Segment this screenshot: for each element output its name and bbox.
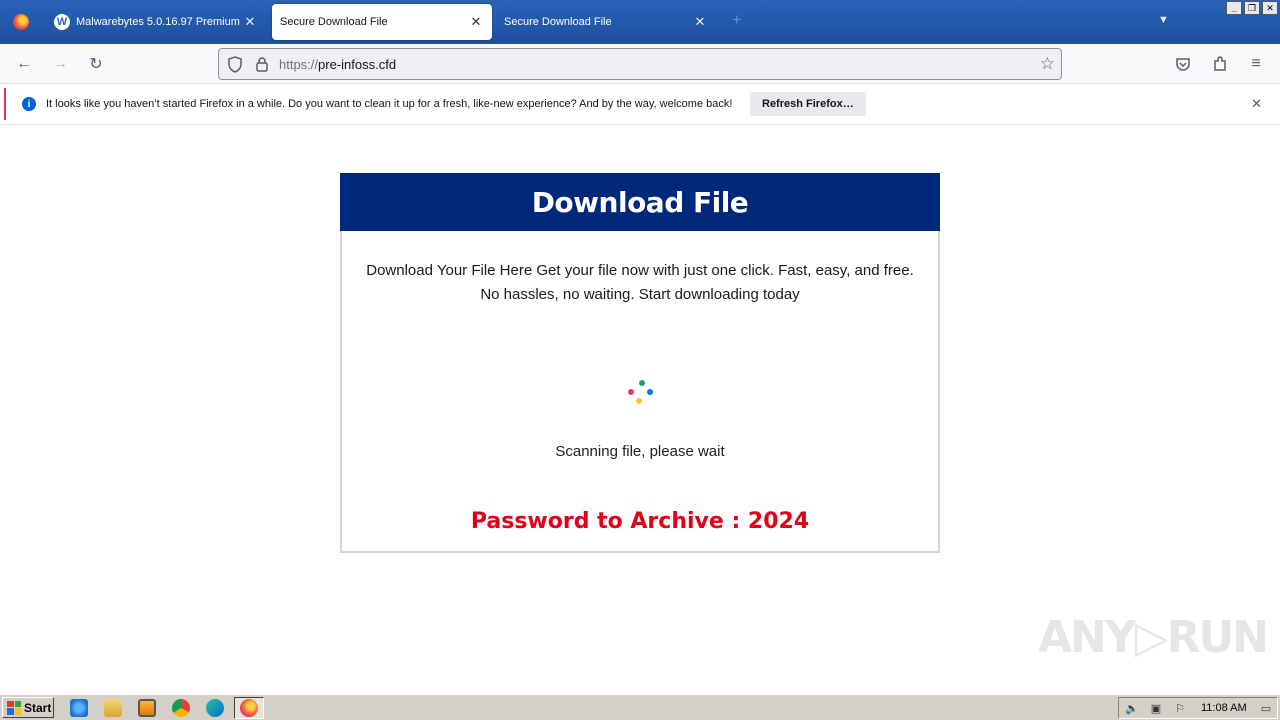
windows-logo-icon: [7, 700, 21, 715]
close-notification-icon[interactable]: ✕: [1251, 96, 1262, 112]
anyrun-watermark: ANY▷RUN: [1038, 612, 1269, 663]
spinner-dot-blue: [647, 389, 653, 395]
refresh-firefox-button[interactable]: Refresh Firefox…: [750, 92, 866, 116]
file-explorer-icon[interactable]: [104, 699, 122, 717]
tab-malwarebytes[interactable]: W Malwarebytes 5.0.16.97 Premium ✕: [46, 4, 266, 40]
archive-password-text: Password to Archive : 2024: [470, 509, 810, 534]
start-label: Start: [24, 700, 52, 715]
toolbar-divider: [0, 124, 1280, 125]
tab-label: Malwarebytes 5.0.16.97 Premium: [76, 16, 240, 28]
back-icon[interactable]: ←: [12, 52, 36, 76]
tab-secure-download-active[interactable]: Secure Download File ✕: [272, 4, 492, 40]
taskbar: Start 🔈 ▣ ⚐ 11:08 AM ▭: [0, 694, 1280, 720]
navigation-bar: ← → ↻ https://pre-infoss.cfd ☆ ≡: [0, 44, 1280, 84]
volume-icon[interactable]: 🔈: [1125, 702, 1139, 715]
lock-icon[interactable]: [255, 57, 269, 72]
start-button[interactable]: Start: [2, 697, 54, 718]
close-window-icon[interactable]: ✕: [1262, 1, 1278, 15]
edge-icon[interactable]: [206, 699, 224, 717]
tab-label: Secure Download File: [504, 16, 612, 28]
close-tab-icon[interactable]: ✕: [242, 14, 258, 30]
extensions-icon[interactable]: [1212, 56, 1228, 72]
clock[interactable]: 11:08 AM: [1201, 702, 1247, 714]
minimize-icon[interactable]: _: [1226, 1, 1242, 15]
card-header: Download File: [340, 173, 940, 231]
reload-icon[interactable]: ↻: [84, 52, 108, 76]
scan-status-text: Scanning file, please wait: [555, 443, 725, 460]
page-title: Download File: [531, 185, 749, 219]
tab-secure-download[interactable]: Secure Download File ✕: [496, 4, 716, 40]
spinner-dot-green: [639, 380, 645, 386]
close-tab-icon[interactable]: ✕: [468, 14, 484, 30]
chrome-icon[interactable]: [172, 699, 190, 717]
close-tab-icon[interactable]: ✕: [692, 14, 708, 30]
system-tray: 🔈 ▣ ⚐ 11:08 AM ▭: [1118, 697, 1278, 719]
tracking-shield-icon[interactable]: [227, 56, 243, 73]
title-bar: W Malwarebytes 5.0.16.97 Premium ✕ Secur…: [0, 0, 1280, 44]
pocket-icon[interactable]: [1175, 56, 1191, 72]
download-description: Download Your File Here Get your file no…: [366, 262, 914, 303]
notification-message: It looks like you haven’t started Firefo…: [46, 98, 733, 110]
refresh-notification-bar: i It looks like you haven’t started Fire…: [4, 88, 1276, 120]
wordpress-icon: W: [54, 14, 70, 30]
firefox-menu-icon[interactable]: [0, 0, 42, 44]
address-bar[interactable]: https://pre-infoss.cfd ☆: [218, 48, 1062, 80]
url-text: https://pre-infoss.cfd: [279, 57, 396, 72]
taskbar-firefox-active[interactable]: [234, 697, 264, 719]
show-desktop-icon[interactable]: ▭: [1259, 702, 1273, 715]
spinner-dot-yellow: [636, 398, 642, 404]
url-host: pre-infoss.cfd: [318, 57, 397, 72]
list-all-tabs-icon[interactable]: ▼: [1158, 14, 1169, 26]
network-icon[interactable]: ▣: [1149, 702, 1163, 715]
tab-label: Secure Download File: [280, 16, 388, 28]
action-center-flag-icon[interactable]: ⚐: [1173, 702, 1187, 715]
media-player-icon[interactable]: [138, 699, 156, 717]
info-icon: i: [22, 97, 36, 111]
spinner-dot-red: [628, 389, 634, 395]
loading-spinner-icon: [625, 377, 655, 407]
firefox-icon: [240, 699, 258, 717]
forward-icon[interactable]: →: [48, 52, 72, 76]
download-card: Download File Download Your File Here Ge…: [340, 173, 940, 553]
restore-icon[interactable]: ❐: [1244, 1, 1260, 15]
window-controls: _ ❐ ✕: [1226, 1, 1278, 15]
url-protocol: https://: [279, 57, 319, 72]
bookmark-star-icon[interactable]: ☆: [1040, 54, 1055, 74]
new-tab-icon[interactable]: +: [732, 12, 741, 30]
hamburger-menu-icon[interactable]: ≡: [1244, 52, 1268, 76]
internet-explorer-icon[interactable]: [70, 699, 88, 717]
